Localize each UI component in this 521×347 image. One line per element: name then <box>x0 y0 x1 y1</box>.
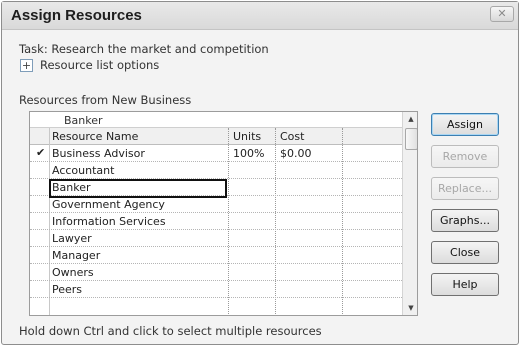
column-header-resource-name[interactable]: Resource Name <box>52 130 138 143</box>
scroll-up-icon[interactable]: ▲ <box>403 112 417 126</box>
table-row[interactable]: Manager <box>30 247 402 264</box>
cost-cell[interactable]: $0.00 <box>280 147 312 160</box>
scroll-down-icon[interactable]: ▼ <box>403 301 417 315</box>
table-row[interactable]: ✔ Business Advisor 100% $0.00 <box>30 145 402 162</box>
table-row[interactable]: Information Services <box>30 213 402 230</box>
table-row[interactable]: Owners <box>30 264 402 281</box>
assign-resources-dialog: Assign Resources ✕ Task: Research the ma… <box>1 1 519 345</box>
units-cell[interactable]: 100% <box>233 147 264 160</box>
close-icon[interactable]: ✕ <box>490 6 514 22</box>
dialog-title: Assign Resources <box>11 7 142 24</box>
multi-select-hint: Hold down Ctrl and click to select multi… <box>19 324 322 338</box>
table-row[interactable]: Lawyer <box>30 230 402 247</box>
resource-name-cell[interactable]: Government Agency <box>52 198 165 211</box>
resource-name-cell[interactable]: Information Services <box>52 215 166 228</box>
graphs-button[interactable]: Graphs... <box>431 209 499 232</box>
resource-name-cell[interactable]: Manager <box>52 249 100 262</box>
table-row[interactable]: Peers <box>30 281 402 298</box>
column-header-units[interactable]: Units <box>233 130 261 143</box>
resource-grid: Banker Resource Name Units Cost ✔ Busine… <box>29 111 418 316</box>
replace-button[interactable]: Replace... <box>431 177 499 200</box>
close-button[interactable]: Close <box>431 241 499 264</box>
grid-scrollbar[interactable]: ▲ ▼ <box>402 112 417 315</box>
resource-list-options-label: Resource list options <box>40 58 160 72</box>
table-row[interactable]: Accountant <box>30 162 402 179</box>
scrollbar-thumb[interactable] <box>405 128 417 150</box>
remove-button[interactable]: Remove <box>431 145 499 168</box>
title-bar: Assign Resources ✕ <box>2 2 518 30</box>
column-header-cost[interactable]: Cost <box>280 130 304 143</box>
resource-name-cell[interactable]: Owners <box>52 266 94 279</box>
grid-entry-bar[interactable]: Banker <box>30 112 402 128</box>
grid-entry-value[interactable]: Banker <box>64 114 103 127</box>
grid-header-row: Resource Name Units Cost <box>30 128 402 145</box>
resource-name-cell[interactable]: Lawyer <box>52 232 92 245</box>
resource-name-cell[interactable]: Accountant <box>52 164 114 177</box>
checkmark-icon: ✔ <box>36 146 46 159</box>
expand-icon[interactable]: + <box>20 58 33 72</box>
active-cell-editor[interactable] <box>49 179 227 198</box>
table-row[interactable]: Government Agency <box>30 196 402 213</box>
assign-button[interactable]: Assign <box>431 113 499 136</box>
help-button[interactable]: Help <box>431 273 499 296</box>
resources-from-label: Resources from New Business <box>19 93 192 107</box>
resource-list-options-toggle[interactable]: + Resource list options <box>20 58 159 72</box>
resource-name-cell[interactable]: Business Advisor <box>52 147 145 160</box>
resource-name-cell[interactable]: Peers <box>52 283 82 296</box>
task-label: Task: Research the market and competitio… <box>19 42 269 56</box>
